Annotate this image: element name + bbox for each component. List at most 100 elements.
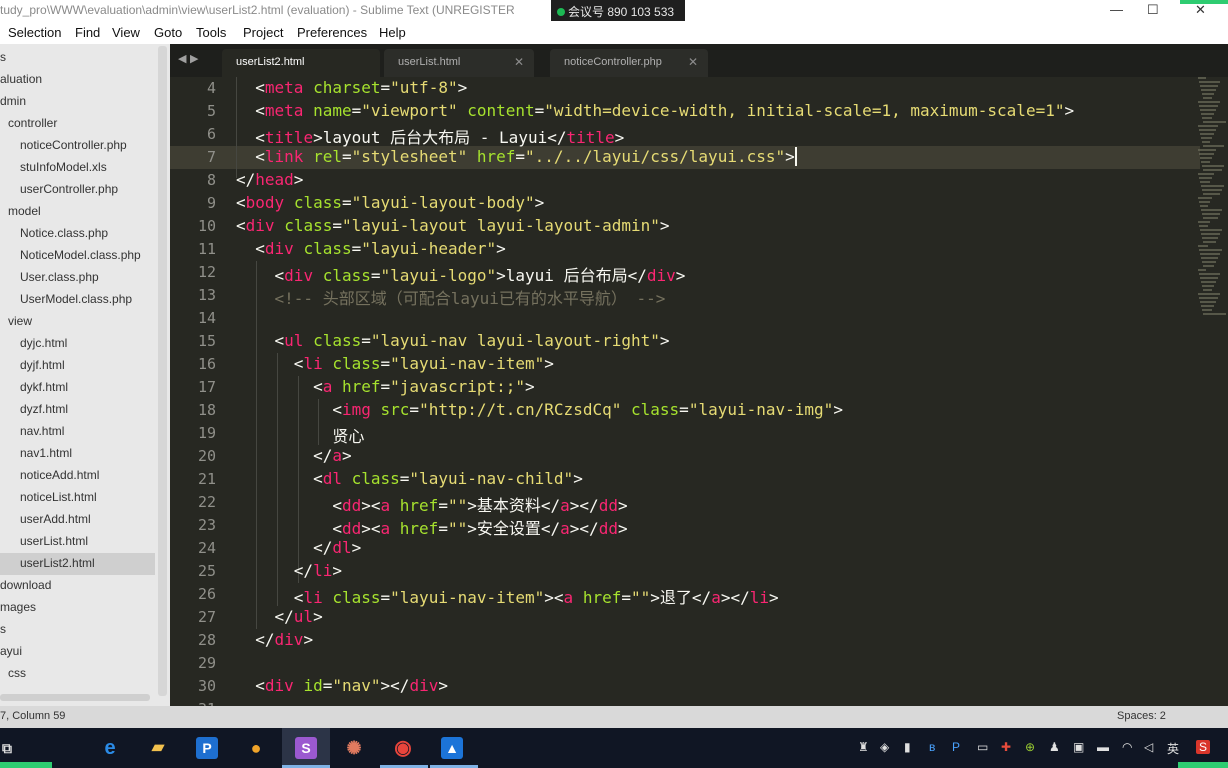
indentation-setting[interactable]: Spaces: 2	[1117, 710, 1166, 722]
sidebar-file[interactable]: dyjc.html	[0, 333, 155, 355]
code-line[interactable]: <!-- 头部区域（可配合layui已有的水平导航） -->	[236, 285, 666, 308]
sidebar-file[interactable]: noticeAdd.html	[0, 465, 155, 487]
sidebar-file[interactable]: UserModel.class.php	[0, 289, 155, 311]
tab-nav-arrows-icon[interactable]: ◀ ▶	[178, 52, 198, 65]
code-line[interactable]: <link rel="stylesheet" href="../../layui…	[236, 147, 797, 170]
sidebar-folder[interactable]: ayui	[0, 641, 155, 663]
sidebar-file[interactable]: userController.php	[0, 179, 155, 201]
sidebar-folder[interactable]: css	[0, 663, 155, 685]
tab-userlist2[interactable]: userList2.html	[222, 49, 380, 77]
menu-selection[interactable]: Selection	[8, 25, 61, 40]
task-view-icon[interactable]: ⧉	[0, 737, 18, 759]
file-explorer-icon[interactable]: ▰	[147, 737, 169, 759]
menu-project[interactable]: Project	[243, 25, 283, 40]
code-line[interactable]: <li class="layui-nav-item"><a href="">退了…	[236, 584, 779, 607]
microphone-icon[interactable]: ▮	[904, 740, 911, 754]
sidebar-folder[interactable]: model	[0, 201, 155, 223]
weasel-icon[interactable]: ●	[245, 737, 267, 759]
tray-window-icon[interactable]: ▭	[977, 740, 988, 754]
volume-icon[interactable]: ◁	[1144, 740, 1153, 754]
chrome-icon[interactable]: ◉	[392, 737, 414, 759]
sidebar-folder[interactable]: controller	[0, 113, 155, 135]
code-line[interactable]: <dd><a href="">基本资料</a></dd>	[236, 492, 627, 515]
sidebar-file[interactable]: NoticeModel.class.php	[0, 245, 155, 267]
sidebar-scrollbar[interactable]	[158, 46, 167, 696]
tray-device-icon[interactable]: ▣	[1073, 740, 1084, 754]
tab-userlist[interactable]: userList.html ✕	[384, 49, 534, 77]
menu-view[interactable]: View	[112, 25, 140, 40]
code-editor[interactable]: 4 5 6 7 8 9 10 11 12 13 14 15 16 17 18 19 20 21 22 23 24 25 26…	[170, 77, 1228, 706]
sidebar-file[interactable]: dyzf.html	[0, 399, 155, 421]
code-line[interactable]: <meta name="viewport" content="width=dev…	[236, 101, 1074, 124]
code-line[interactable]: <body class="layui-layout-body">	[236, 193, 544, 216]
tray-person-icon[interactable]: ♟	[1049, 740, 1060, 754]
menu-goto[interactable]: Goto	[154, 25, 182, 40]
menu-preferences[interactable]: Preferences	[297, 25, 367, 40]
code-line[interactable]: <img src="http://t.cn/RCzsdCq" class="la…	[236, 400, 843, 423]
sidebar-file[interactable]: userAdd.html	[0, 509, 155, 531]
meeting-badge[interactable]: 会议号 890 103 533	[551, 0, 685, 21]
sidebar-file[interactable]: nav.html	[0, 421, 155, 443]
sidebar-folder[interactable]: s	[0, 47, 155, 69]
code-line[interactable]: </head>	[236, 170, 303, 193]
battery-icon[interactable]: ▬	[1097, 740, 1109, 754]
code-line[interactable]: <a href="javascript:;">	[236, 377, 535, 400]
code-line[interactable]: <dl class="layui-nav-child">	[236, 469, 583, 492]
menu-find[interactable]: Find	[75, 25, 100, 40]
app-p-icon[interactable]: P	[196, 737, 218, 759]
code-line[interactable]: <div class="layui-layout layui-layout-ad…	[236, 216, 670, 239]
tab-close-icon[interactable]: ✕	[514, 55, 524, 69]
sidebar-folder[interactable]: s	[0, 619, 155, 641]
sidebar-file[interactable]: userList2.html	[0, 553, 155, 575]
minimap[interactable]	[1198, 77, 1226, 315]
color-app-icon[interactable]: ✺	[343, 737, 365, 759]
sidebar-file[interactable]: Notice.class.php	[0, 223, 155, 245]
sidebar-file[interactable]: noticeList.html	[0, 487, 155, 509]
sidebar-folder[interactable]: aluation	[0, 69, 155, 91]
tray-p-icon[interactable]: P	[952, 740, 960, 754]
sidebar-folder[interactable]: view	[0, 311, 155, 333]
code-line[interactable]: <dd><a href="">安全设置</a></dd>	[236, 515, 627, 538]
code-line[interactable]: </a>	[236, 446, 352, 469]
sidebar-file[interactable]: stuInfoModel.xls	[0, 157, 155, 179]
code-line[interactable]: </div>	[236, 630, 313, 653]
sidebar-folder[interactable]: mages	[0, 597, 155, 619]
tab-close-icon[interactable]: ✕	[688, 55, 698, 69]
code-line[interactable]: </dl>	[236, 538, 361, 561]
code-line[interactable]: </ul>	[236, 607, 323, 630]
bluetooth-icon[interactable]: ʙ	[929, 740, 935, 754]
tray-security-icon[interactable]: ✚	[1001, 740, 1011, 754]
meeting-app-icon[interactable]: ▲	[441, 737, 463, 759]
sidebar-file[interactable]: noticeController.php	[0, 135, 155, 157]
sidebar-folder[interactable]: dmin	[0, 91, 155, 113]
code-line[interactable]: <div id="nav"></div>	[236, 676, 448, 699]
menu-tools[interactable]: Tools	[196, 25, 226, 40]
code-line[interactable]: 贤心	[236, 423, 364, 446]
tray-network-share-icon[interactable]: ◈	[880, 740, 889, 754]
tray-app-icon[interactable]: ♜	[858, 740, 869, 754]
sidebar-folder[interactable]: download	[0, 575, 155, 597]
sidebar-file[interactable]: dykf.html	[0, 377, 155, 399]
code-line[interactable]: <div class="layui-logo">layui 后台布局</div>	[236, 262, 686, 285]
sidebar-file[interactable]: dyjf.html	[0, 355, 155, 377]
code-line[interactable]: <ul class="layui-nav layui-layout-right"…	[236, 331, 670, 354]
tray-plus-icon[interactable]: ⊕	[1025, 740, 1035, 754]
close-icon[interactable]: ✕	[1195, 2, 1206, 18]
minimize-icon[interactable]: —	[1110, 2, 1123, 17]
code-line[interactable]: <li class="layui-nav-item">	[236, 354, 554, 377]
code-line[interactable]: </li>	[236, 561, 342, 584]
maximize-icon[interactable]: ☐	[1147, 2, 1159, 18]
sidebar-horizontal-scrollbar[interactable]	[0, 694, 150, 701]
code-line[interactable]: <meta charset="utf-8">	[236, 78, 467, 101]
tray-sogou-icon[interactable]: S	[1196, 740, 1211, 754]
sidebar-file[interactable]: userList.html	[0, 531, 155, 553]
sidebar-file[interactable]: User.class.php	[0, 267, 155, 289]
code-line[interactable]: <div class="layui-header">	[236, 239, 506, 262]
wifi-icon[interactable]: ◠	[1122, 740, 1132, 754]
input-language[interactable]: 英	[1167, 740, 1179, 757]
edge-icon[interactable]: e	[99, 737, 121, 759]
sublime-text-icon[interactable]: S	[295, 737, 317, 759]
menu-help[interactable]: Help	[379, 25, 406, 40]
code-line[interactable]: <title>layout 后台大布局 - Layui</title>	[236, 124, 624, 147]
sidebar-file[interactable]: nav1.html	[0, 443, 155, 465]
